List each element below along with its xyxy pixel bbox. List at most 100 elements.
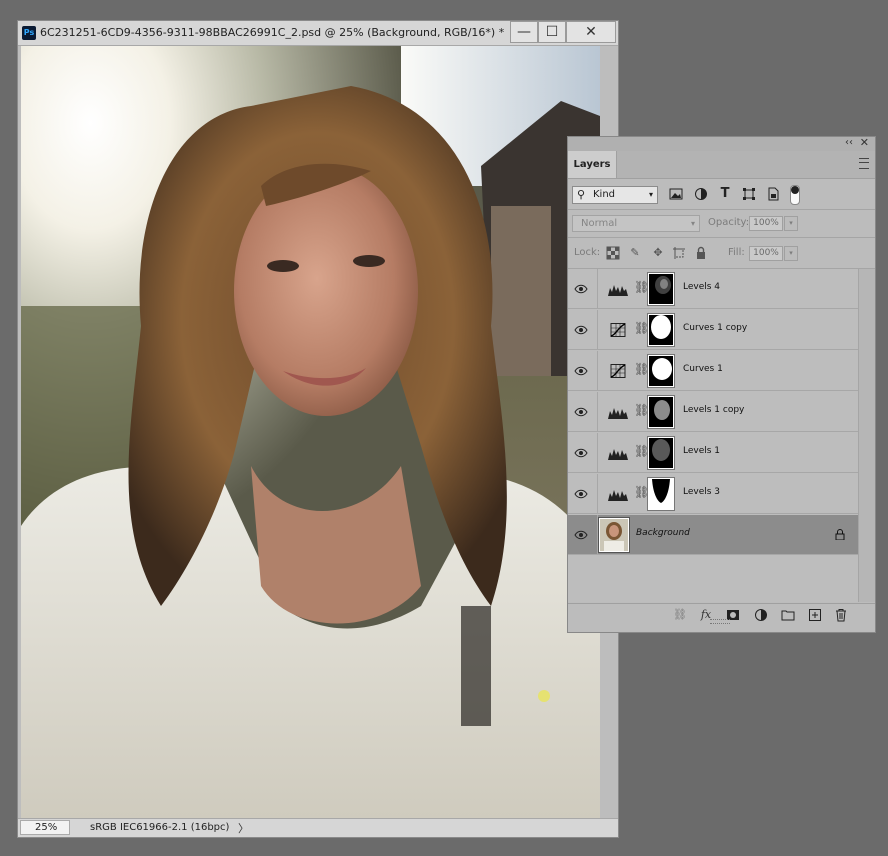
opacity-field[interactable]: 100%	[749, 216, 783, 231]
layer-row-curves-1[interactable]: ⛓ Curves 1	[568, 351, 859, 391]
color-profile-info: sRGB IEC61966-2.1 (16bpc)	[90, 822, 230, 833]
panel-footer: ⛓ fx	[568, 603, 875, 626]
fill-dropdown-icon[interactable]: ▾	[784, 246, 798, 261]
filter-pixel-icon[interactable]	[669, 187, 683, 201]
fill-label: Fill:	[728, 247, 745, 258]
panel-menu-icon[interactable]	[859, 158, 869, 169]
maximize-button[interactable]: ☐	[538, 21, 566, 43]
link-layers-icon[interactable]: ⛓	[672, 607, 688, 623]
layer-row-levels-3[interactable]: ⛓ Levels 3	[568, 474, 859, 514]
visibility-eye-icon[interactable]	[574, 364, 588, 378]
visibility-eye-icon[interactable]	[574, 282, 588, 296]
filter-kind-select[interactable]: ⚲ Kind ▾	[572, 186, 658, 204]
layers-panel: ‹‹ ✕ Layers ⚲ Kind ▾ T Normal ▾ Opacity:…	[567, 136, 876, 633]
document-window: Ps 6C231251-6CD9-4356-9311-98BBAC26991C_…	[17, 20, 619, 838]
filter-shape-icon[interactable]	[742, 187, 756, 201]
layer-name[interactable]: Curves 1 copy	[683, 323, 747, 333]
lock-all-icon[interactable]	[694, 246, 708, 260]
photoshop-app-icon: Ps	[22, 26, 36, 40]
levels-adjustment-icon	[608, 285, 628, 296]
visibility-eye-icon[interactable]	[574, 323, 588, 337]
panel-resize-grip[interactable]	[710, 619, 730, 624]
layer-mask-thumbnail[interactable]	[647, 354, 675, 388]
layer-filter-row: ⚲ Kind ▾ T	[568, 179, 875, 210]
layer-mask-thumbnail[interactable]	[647, 313, 675, 347]
link-mask-icon[interactable]: ⛓	[634, 444, 649, 458]
trash-icon[interactable]	[833, 607, 849, 623]
layer-name[interactable]: Background	[636, 528, 690, 538]
portrait-photo	[21, 46, 600, 818]
minimize-button[interactable]: —	[510, 21, 538, 43]
filter-smart-object-icon[interactable]	[766, 187, 780, 201]
layer-name[interactable]: Levels 4	[683, 282, 720, 292]
image-canvas[interactable]	[21, 46, 600, 818]
document-status-bar: 25% sRGB IEC61966-2.1 (16bpc) 〉	[18, 818, 618, 837]
levels-adjustment-icon	[608, 449, 628, 460]
link-mask-icon[interactable]: ⛓	[634, 280, 649, 294]
layers-scrollbar[interactable]	[858, 269, 875, 602]
layer-name[interactable]: Curves 1	[683, 364, 723, 374]
layer-lock-icon[interactable]	[835, 529, 845, 540]
visibility-eye-icon[interactable]	[574, 487, 588, 501]
filter-adjustment-icon[interactable]	[694, 187, 708, 201]
layer-name[interactable]: Levels 3	[683, 487, 720, 497]
link-mask-icon[interactable]: ⛓	[634, 362, 649, 376]
collapse-panel-icon[interactable]: ‹‹	[845, 137, 853, 148]
layer-mask-thumbnail[interactable]	[647, 477, 675, 511]
new-layer-icon[interactable]	[807, 607, 823, 623]
layer-mask-thumbnail[interactable]	[647, 436, 675, 470]
visibility-column	[568, 474, 598, 513]
opacity-label: Opacity:	[708, 217, 750, 228]
layer-mask-thumbnail[interactable]	[647, 395, 675, 429]
curves-adjustment-icon	[610, 323, 626, 337]
layer-image-thumbnail[interactable]	[598, 517, 630, 553]
search-icon: ⚲	[577, 188, 586, 201]
visibility-column	[568, 392, 598, 431]
close-panel-icon[interactable]: ✕	[860, 136, 869, 149]
close-button[interactable]: ✕	[566, 21, 616, 43]
lock-image-pixels-icon[interactable]: ✎	[628, 246, 642, 260]
layer-row-levels-1-copy[interactable]: ⛓ Levels 1 copy	[568, 392, 859, 432]
lock-label: Lock:	[574, 247, 601, 258]
blend-mode-select[interactable]: Normal ▾	[572, 215, 700, 232]
lock-position-icon[interactable]: ✥	[651, 246, 665, 260]
visibility-column	[568, 310, 598, 349]
group-folder-icon[interactable]	[780, 607, 796, 623]
lock-transparent-pixels-icon[interactable]	[606, 246, 620, 260]
chevron-down-icon: ▾	[690, 219, 695, 228]
filter-type-icon[interactable]: T	[718, 187, 732, 201]
curves-adjustment-icon	[610, 364, 626, 378]
levels-adjustment-icon	[608, 408, 628, 419]
filter-toggle-switch[interactable]	[790, 185, 800, 205]
layer-row-curves-1-copy[interactable]: ⛓ Curves 1 copy	[568, 310, 859, 350]
link-mask-icon[interactable]: ⛓	[634, 485, 649, 499]
layers-list: ⛓ Levels 4 ⛓ Curves 1 copy ⛓ Curves 1 ⛓ …	[568, 269, 859, 602]
lock-row: Lock: ✎ ✥ Fill: 100% ▾	[568, 238, 875, 269]
visibility-column	[568, 433, 598, 472]
layer-row-levels-4[interactable]: ⛓ Levels 4	[568, 269, 859, 309]
layer-row-background[interactable]: Background	[568, 515, 859, 555]
layer-row-levels-1[interactable]: ⛓ Levels 1	[568, 433, 859, 473]
layer-name[interactable]: Levels 1	[683, 446, 720, 456]
adjustment-layer-icon[interactable]	[753, 607, 769, 623]
document-titlebar[interactable]: Ps 6C231251-6CD9-4356-9311-98BBAC26991C_…	[18, 21, 618, 46]
opacity-dropdown-icon[interactable]: ▾	[784, 216, 798, 231]
visibility-column	[568, 515, 598, 554]
link-mask-icon[interactable]: ⛓	[634, 403, 649, 417]
layer-mask-thumbnail[interactable]	[647, 272, 675, 306]
fill-field[interactable]: 100%	[749, 246, 783, 261]
lock-artboard-icon[interactable]	[672, 246, 686, 260]
zoom-level-field[interactable]: 25%	[20, 820, 70, 835]
visibility-eye-icon[interactable]	[574, 528, 588, 542]
filter-kind-label: Kind	[593, 189, 616, 200]
status-menu-arrow[interactable]: 〉	[238, 820, 249, 836]
visibility-eye-icon[interactable]	[574, 446, 588, 460]
panel-header-strip[interactable]: ‹‹ ✕	[568, 136, 875, 151]
link-mask-icon[interactable]: ⛓	[634, 321, 649, 335]
blend-mode-value: Normal	[581, 218, 618, 229]
blend-row: Normal ▾ Opacity: 100% ▾	[568, 210, 875, 238]
visibility-eye-icon[interactable]	[574, 405, 588, 419]
panel-tab-row: Layers	[568, 151, 875, 179]
tab-layers[interactable]: Layers	[568, 151, 617, 178]
layer-name[interactable]: Levels 1 copy	[683, 405, 744, 415]
